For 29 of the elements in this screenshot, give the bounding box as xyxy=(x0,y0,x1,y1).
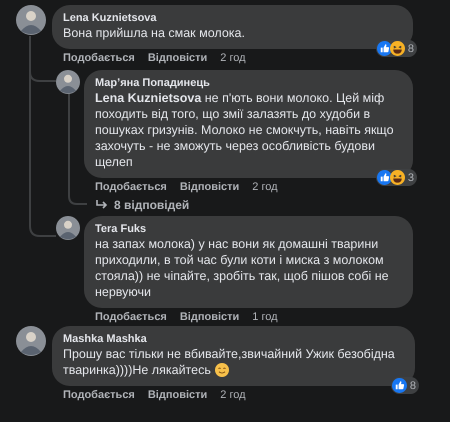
reply-link[interactable]: Відповісти xyxy=(148,52,208,67)
author-name[interactable]: Мар’яна Попадинець xyxy=(95,76,402,90)
reply-arrow-icon xyxy=(96,200,108,210)
reaction-count[interactable]: 8 xyxy=(376,40,417,57)
comment-time[interactable]: 2 год xyxy=(220,52,246,67)
comment-text: Lena Kuznietsova не п'ють вони молоко. Цей міф походить від того, що змії залазять до худоби в пошуках гризунів. Молоко не смокчуть, навіть якщо захочуть - не зможуть через особливість будови щелеп xyxy=(95,90,395,170)
like-link[interactable]: Подобається xyxy=(63,52,135,67)
comment-text: на запах молока) у нас вони як домашні тварини приходили, в той час були коти і миска з молоком стояла)) не чіпайте, зробіть так, щоб пішов собі не нервуючи xyxy=(95,236,390,300)
avatar[interactable] xyxy=(16,5,46,35)
author-name[interactable]: Lena Kuznietsova xyxy=(63,11,402,25)
comment-time[interactable]: 2 год xyxy=(220,389,246,404)
view-replies-link[interactable]: 8 відповідей xyxy=(114,198,190,212)
avatar[interactable] xyxy=(56,70,80,94)
like-link[interactable]: Подобається xyxy=(95,181,167,196)
like-link[interactable]: Подобається xyxy=(95,311,167,326)
reply-link[interactable]: Відповісти xyxy=(148,389,208,404)
author-name[interactable]: Tera Fuks xyxy=(95,222,402,236)
comment-time[interactable]: 2 год xyxy=(252,181,278,196)
reply-link[interactable]: Відповісти xyxy=(180,311,240,326)
avatar[interactable] xyxy=(56,216,80,240)
comment-text: Прошу вас тільки не вбивайте,звичайний Ужик безобідна тваринка))))Не лякайтесь xyxy=(63,346,396,378)
avatar[interactable] xyxy=(16,326,46,356)
reply-link[interactable]: Відповісти xyxy=(180,181,240,196)
comment-time[interactable]: 1 год xyxy=(252,311,278,326)
comment-text: Вона прийшла на смак молока. xyxy=(63,25,246,41)
like-link[interactable]: Подобається xyxy=(63,389,135,404)
reaction-count[interactable]: 3 xyxy=(376,169,417,186)
author-name[interactable]: Mashka Mashka xyxy=(63,332,404,346)
reaction-count[interactable]: 8 xyxy=(390,377,419,394)
